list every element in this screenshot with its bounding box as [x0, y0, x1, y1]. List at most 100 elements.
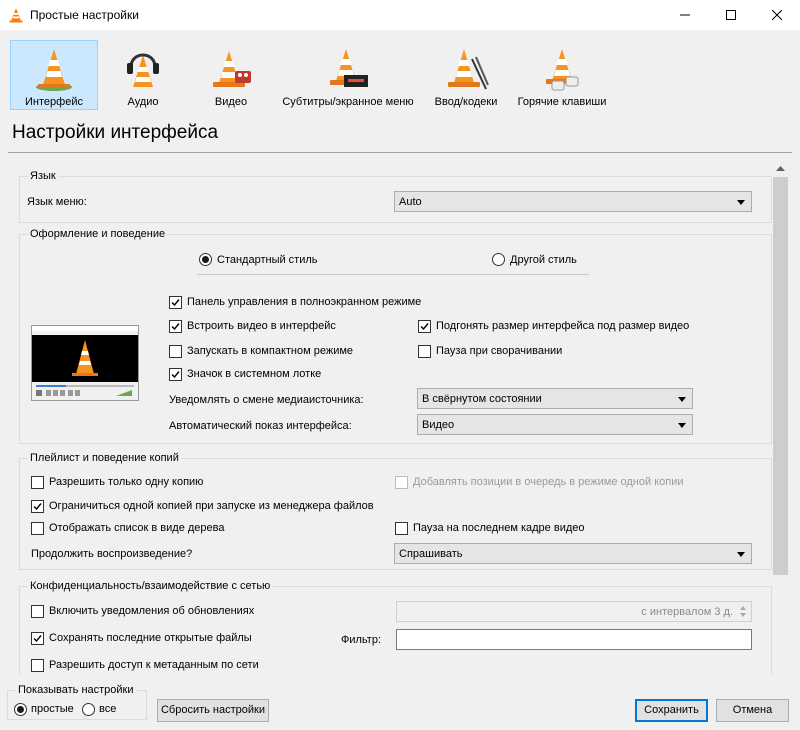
notify-label: Уведомлять о смене медиаисточника:	[169, 394, 364, 406]
all-radio[interactable]	[82, 703, 95, 716]
close-icon	[772, 10, 782, 20]
enqueue-checkbox[interactable]	[395, 476, 408, 489]
checkmark-icon	[33, 635, 42, 643]
checkmark-icon	[33, 503, 42, 511]
continue-label: Продолжить воспроизведение?	[31, 548, 193, 560]
one-instance-file-manager-checkbox[interactable]	[31, 500, 44, 513]
pause-minimized-checkbox[interactable]	[418, 345, 431, 358]
notify-select[interactable]: В свёрнутом состоянии	[417, 388, 693, 409]
divider	[197, 274, 589, 275]
pause-last-frame-checkbox[interactable]	[395, 522, 408, 535]
menu-language-label: Язык меню:	[27, 196, 87, 208]
maximize-icon	[726, 10, 736, 20]
category-audio[interactable]: Аудио	[100, 40, 186, 110]
select-value: Auto	[399, 196, 422, 208]
filter-label: Фильтр:	[341, 634, 382, 646]
minimize-icon	[680, 14, 690, 16]
group-title: Язык	[28, 170, 58, 182]
all-label: все	[99, 703, 117, 715]
category-subtitles[interactable]: Субтитры/экранное меню	[276, 40, 420, 110]
category-label: Видео	[214, 96, 248, 108]
menu-language-select[interactable]: Auto	[394, 191, 752, 212]
cancel-button[interactable]: Отмена	[716, 699, 789, 722]
interface-preview-image	[31, 325, 139, 401]
vlc-subtitles-icon	[330, 49, 368, 87]
save-recent-label: Сохранять последние открытые файлы	[49, 632, 252, 644]
vlc-input-codecs-icon	[448, 49, 489, 90]
spin-arrows-icon	[740, 606, 746, 617]
close-button[interactable]	[754, 0, 800, 30]
category-label: Ввод/кодеки	[434, 96, 498, 108]
update-interval-spinbox[interactable]: с интервалом 3 д.	[396, 601, 752, 622]
category-label: Горячие клавиши	[517, 96, 607, 108]
save-recent-checkbox[interactable]	[31, 632, 44, 645]
continue-select[interactable]: Спрашивать	[394, 543, 752, 564]
checkmark-icon	[171, 299, 180, 307]
select-value: В свёрнутом состоянии	[422, 393, 542, 405]
category-interface[interactable]: Интерфейс	[10, 40, 98, 110]
systray-icon-label: Значок в системном лотке	[187, 368, 322, 380]
custom-style-radio[interactable]	[492, 253, 505, 266]
fullscreen-controls-checkbox[interactable]	[169, 296, 182, 309]
simple-label: простые	[31, 703, 74, 715]
category-input-codecs[interactable]: Ввод/кодеки	[422, 40, 510, 110]
save-button[interactable]: Сохранить	[635, 699, 708, 722]
reset-preferences-button[interactable]: Сбросить настройки	[157, 699, 269, 722]
resize-interface-label: Подгонять размер интерфейса под размер в…	[436, 320, 690, 332]
tree-view-label: Отображать список в виде дерева	[49, 522, 225, 534]
tree-view-checkbox[interactable]	[31, 522, 44, 535]
custom-style-label: Другой стиль	[510, 254, 577, 266]
group-title: Плейлист и поведение копий	[28, 452, 181, 464]
group-title: Оформление и поведение	[28, 228, 168, 240]
minimize-button[interactable]	[662, 0, 708, 30]
update-notify-checkbox[interactable]	[31, 605, 44, 618]
title-bar: Простые настройки	[0, 0, 800, 30]
metadata-access-checkbox[interactable]	[31, 659, 44, 672]
category-video[interactable]: Видео	[188, 40, 274, 110]
metadata-access-label: Разрешить доступ к метаданным по сети	[49, 659, 259, 671]
embed-video-label: Встроить видео в интерфейс	[187, 320, 336, 332]
select-value: Видео	[422, 419, 455, 431]
settings-scroll-area[interactable]: Язык Язык меню: Auto Оформление и поведе…	[9, 160, 772, 674]
dropdown-arrow-icon	[678, 423, 686, 428]
vlc-interface-icon	[36, 49, 72, 91]
maximize-button[interactable]	[708, 0, 754, 30]
show-settings-group: Показывать настройки простые все	[7, 684, 147, 720]
category-label: Субтитры/экранное меню	[282, 96, 414, 108]
select-value: Спрашивать	[399, 548, 463, 560]
filter-input[interactable]	[396, 629, 752, 650]
simple-radio[interactable]	[14, 703, 27, 716]
update-notify-label: Включить уведомления об обновлениях	[49, 605, 255, 617]
native-style-radio[interactable]	[199, 253, 212, 266]
group-title: Показывать настройки	[16, 684, 136, 696]
dropdown-arrow-icon	[737, 552, 745, 557]
systray-icon-checkbox[interactable]	[169, 368, 182, 381]
compact-mode-checkbox[interactable]	[169, 345, 182, 358]
compact-mode-label: Запускать в компактном режиме	[187, 345, 354, 357]
checkmark-icon	[171, 371, 180, 379]
resize-interface-checkbox[interactable]	[418, 320, 431, 333]
embed-video-checkbox[interactable]	[169, 320, 182, 333]
category-hotkeys[interactable]: Горячие клавиши	[512, 40, 612, 110]
one-instance-checkbox[interactable]	[31, 476, 44, 489]
one-instance-label: Разрешить только одну копию	[49, 476, 204, 488]
enqueue-label: Добавлять позиции в очередь в режиме одн…	[413, 476, 684, 488]
divider	[8, 152, 792, 153]
native-style-label: Стандартный стиль	[217, 254, 318, 266]
vlc-video-icon	[213, 51, 251, 87]
scrollbar-thumb[interactable]	[773, 177, 788, 575]
update-interval-value: с интервалом 3 д.	[641, 606, 733, 618]
dropdown-arrow-icon	[678, 397, 686, 402]
vertical-scrollbar[interactable]	[772, 160, 789, 674]
checkmark-icon	[420, 323, 429, 331]
vlc-audio-icon	[127, 53, 159, 87]
fullscreen-controls-label: Панель управления в полноэкранном режиме	[187, 296, 422, 308]
category-label: Интерфейс	[25, 96, 83, 108]
group-title: Конфиденциальность/взаимодействие с сеть…	[28, 580, 273, 592]
window-title: Простые настройки	[30, 8, 139, 22]
autoraise-select[interactable]: Видео	[417, 414, 693, 435]
dropdown-arrow-icon	[737, 200, 745, 205]
page-title: Настройки интерфейса	[12, 122, 219, 143]
vlc-cone-icon	[8, 7, 24, 23]
vlc-hotkeys-icon	[546, 49, 579, 91]
